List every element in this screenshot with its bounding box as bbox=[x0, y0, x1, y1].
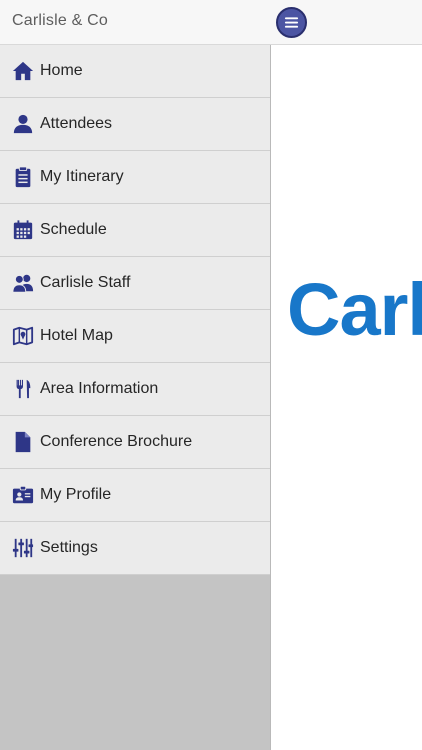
nav-item-label: My Itinerary bbox=[40, 168, 124, 185]
person-icon bbox=[12, 113, 34, 135]
id-card-icon bbox=[12, 484, 34, 506]
map-icon bbox=[12, 325, 34, 347]
document-icon bbox=[12, 431, 34, 453]
nav-item-label: Hotel Map bbox=[40, 327, 113, 344]
nav-item-home[interactable]: Home bbox=[0, 45, 270, 98]
nav-item-label: Home bbox=[40, 62, 83, 79]
nav-item-label: Carlisle Staff bbox=[40, 274, 131, 291]
nav-item-label: Attendees bbox=[40, 115, 113, 132]
nav-item-attendees[interactable]: Attendees bbox=[0, 98, 270, 151]
fork-knife-icon bbox=[12, 378, 34, 400]
brand-logo-text: Carl bbox=[287, 268, 422, 351]
calendar-icon bbox=[12, 219, 34, 241]
home-icon bbox=[12, 60, 34, 82]
nav-item-carlisle-staff[interactable]: Carlisle Staff bbox=[0, 257, 270, 310]
nav-item-label: My Profile bbox=[40, 486, 112, 503]
side-drawer: Home Attendees My Itinerary Schedule Car bbox=[0, 45, 271, 750]
nav-item-conference-brochure[interactable]: Conference Brochure bbox=[0, 416, 270, 469]
app-title: Carlisle & Co bbox=[12, 12, 108, 29]
hamburger-icon bbox=[284, 17, 299, 28]
nav-item-label: Schedule bbox=[40, 221, 107, 238]
nav-item-my-profile[interactable]: My Profile bbox=[0, 469, 270, 522]
nav-list: Home Attendees My Itinerary Schedule Car bbox=[0, 45, 270, 575]
nav-item-label: Settings bbox=[40, 539, 98, 556]
sliders-icon bbox=[12, 537, 34, 559]
people-icon bbox=[12, 272, 34, 294]
top-bar: Carlisle & Co bbox=[0, 0, 422, 45]
clipboard-icon bbox=[12, 166, 34, 188]
menu-toggle-button[interactable] bbox=[276, 7, 307, 38]
nav-item-hotel-map[interactable]: Hotel Map bbox=[0, 310, 270, 363]
nav-item-label: Conference Brochure bbox=[40, 433, 193, 450]
nav-item-area-information[interactable]: Area Information bbox=[0, 363, 270, 416]
main-content: Carl bbox=[271, 45, 422, 750]
nav-item-my-itinerary[interactable]: My Itinerary bbox=[0, 151, 270, 204]
nav-item-label: Area Information bbox=[40, 380, 159, 397]
nav-item-settings[interactable]: Settings bbox=[0, 522, 270, 575]
nav-item-schedule[interactable]: Schedule bbox=[0, 204, 270, 257]
